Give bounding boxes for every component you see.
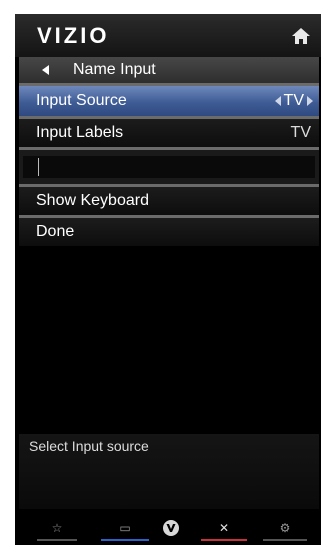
status-area: Select Input source (19, 434, 319, 509)
close-icon: ✕ (218, 521, 230, 535)
right-arrow-icon[interactable] (307, 96, 313, 106)
left-arrow-icon[interactable] (274, 96, 281, 106)
input-labels-value: TV (290, 124, 311, 141)
button-underline (263, 539, 307, 541)
text-cursor (38, 158, 39, 176)
star-icon: ☆ (51, 521, 63, 535)
gear-icon: ⚙ (279, 521, 291, 535)
header: VIZIO (15, 14, 321, 57)
tv-menu-panel: VIZIO Name Input Input Source TV Input L… (15, 14, 321, 545)
button-underline (201, 539, 247, 541)
vizio-menu-button[interactable] (159, 514, 183, 545)
button-underline (101, 539, 149, 541)
name-text-field[interactable] (23, 156, 315, 178)
menu-item-input-source[interactable]: Input Source TV (19, 86, 319, 116)
bottom-bar: ☆ ▭ ✕ ⚙ (15, 514, 321, 545)
page-title: Name Input (73, 61, 156, 78)
menu-item-label: Done (36, 223, 75, 240)
home-icon[interactable] (291, 27, 311, 45)
menu-item-label: Input Labels (36, 124, 124, 141)
vizio-v-icon (163, 520, 179, 536)
exit-button[interactable]: ✕ (201, 514, 247, 545)
screen-icon: ▭ (119, 521, 131, 535)
status-text: Select Input source (29, 438, 149, 454)
left-arrow-icon[interactable] (42, 65, 49, 75)
input-source-selector[interactable]: TV (274, 92, 313, 110)
name-input-title-row[interactable]: Name Input (19, 57, 319, 83)
menu-item-label: Input Source (36, 92, 127, 109)
menu-item-show-keyboard[interactable]: Show Keyboard (19, 187, 319, 215)
menu-item-label: Show Keyboard (36, 192, 149, 209)
input-source-value: TV (283, 92, 304, 109)
input-button[interactable]: ▭ (101, 514, 149, 545)
favorites-button[interactable]: ☆ (37, 514, 77, 545)
menu-item-input-labels[interactable]: Input Labels TV (19, 119, 319, 147)
menu-item-done[interactable]: Done (19, 218, 319, 246)
button-underline (37, 539, 77, 541)
settings-button[interactable]: ⚙ (263, 514, 307, 545)
brand-logo: VIZIO (37, 23, 110, 48)
